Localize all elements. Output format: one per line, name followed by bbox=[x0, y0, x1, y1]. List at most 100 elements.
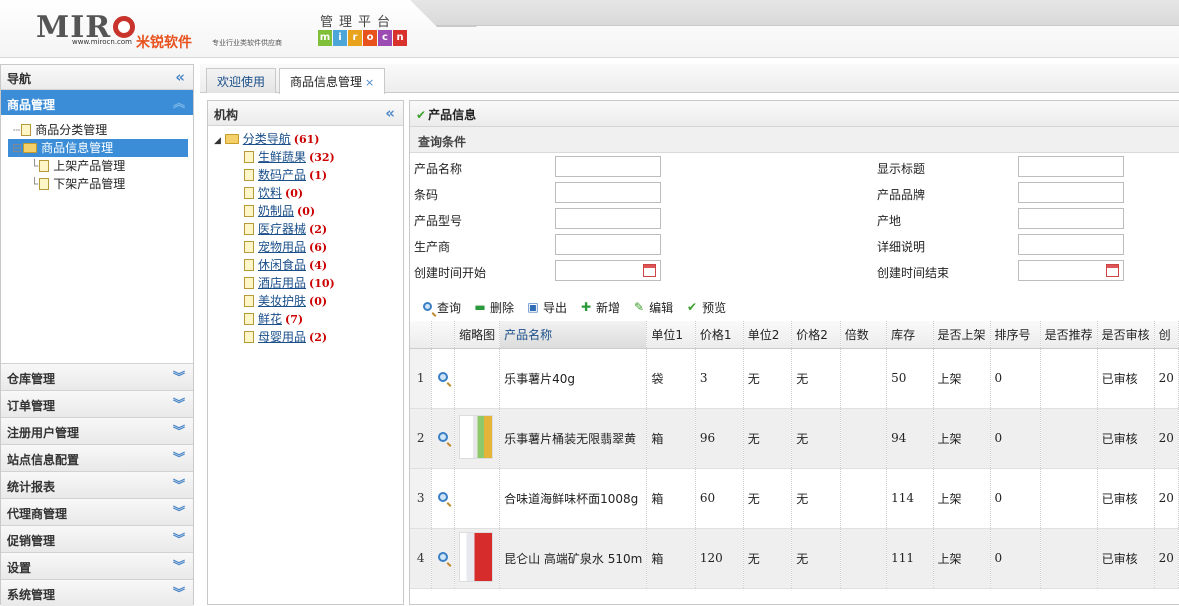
column-header[interactable]: 倍数 bbox=[840, 321, 888, 349]
expand-down-icon[interactable]: ︾ bbox=[173, 395, 185, 412]
row-preview[interactable] bbox=[431, 408, 456, 469]
nav-section[interactable]: 统计报表 ︾ bbox=[1, 471, 193, 498]
query-input[interactable] bbox=[555, 182, 661, 203]
calendar-icon[interactable] bbox=[643, 264, 656, 277]
toolbar-button-check[interactable]: ✔ 预览 bbox=[685, 297, 726, 317]
org-tree-item[interactable]: 宠物用品 (6) bbox=[244, 238, 403, 256]
nav-section[interactable]: 订单管理 ︾ bbox=[1, 390, 193, 417]
collapse-up-icon[interactable]: ︽ bbox=[173, 94, 185, 111]
nav-section[interactable]: 站点信息配置 ︾ bbox=[1, 444, 193, 471]
nav-section-active[interactable]: 商品管理 ︽ bbox=[1, 90, 193, 115]
expand-down-icon[interactable]: ︾ bbox=[173, 476, 185, 493]
org-item-label[interactable]: 数码产品 bbox=[258, 168, 306, 182]
org-root[interactable]: ◢ 分类导航 (61) bbox=[214, 130, 403, 148]
expand-down-icon[interactable]: ︾ bbox=[173, 449, 185, 466]
org-tree-item[interactable]: 母婴用品 (2) bbox=[244, 328, 403, 346]
org-item-label[interactable]: 美妆护肤 bbox=[258, 294, 306, 308]
toolbar-button-add[interactable]: ✚ 新增 bbox=[579, 297, 620, 317]
preview-icon[interactable] bbox=[438, 552, 449, 562]
org-tree-item[interactable]: 数码产品 (1) bbox=[244, 166, 403, 184]
nav-tree-item[interactable]: ┄ 商品分类管理 bbox=[9, 121, 193, 139]
org-tree-item[interactable]: 饮料 (0) bbox=[244, 184, 403, 202]
close-icon[interactable]: × bbox=[365, 76, 374, 89]
query-input[interactable] bbox=[555, 234, 661, 255]
toolbar-button-save[interactable]: ▣ 导出 bbox=[526, 297, 567, 317]
org-item-label[interactable]: 饮料 bbox=[258, 186, 282, 200]
org-item-label[interactable]: 医疗器械 bbox=[258, 222, 306, 236]
column-header[interactable]: 是否审核 bbox=[1097, 321, 1155, 349]
org-tree-item[interactable]: 酒店用品 (10) bbox=[244, 274, 403, 292]
cell-audit: 已审核 bbox=[1097, 348, 1155, 409]
org-item-label[interactable]: 休闲食品 bbox=[258, 258, 306, 272]
column-header[interactable]: 缩略图 bbox=[454, 321, 501, 349]
preview-icon[interactable] bbox=[438, 432, 449, 442]
column-header[interactable]: 单位2 bbox=[743, 321, 793, 349]
row-preview[interactable] bbox=[431, 468, 456, 529]
column-header[interactable]: 是否上架 bbox=[933, 321, 991, 349]
tree-expand-icon[interactable]: ◢ bbox=[214, 136, 221, 146]
org-tree-item[interactable]: 生鲜蔬果 (32) bbox=[244, 148, 403, 166]
calendar-icon[interactable] bbox=[1106, 264, 1119, 277]
query-input[interactable] bbox=[1018, 234, 1124, 255]
org-item-label[interactable]: 酒店用品 bbox=[258, 276, 306, 290]
query-input[interactable] bbox=[1018, 182, 1124, 203]
expand-down-icon[interactable]: ︾ bbox=[173, 530, 185, 547]
collapse-org-icon[interactable]: « bbox=[385, 104, 395, 122]
org-tree-item[interactable]: 休闲食品 (4) bbox=[244, 256, 403, 274]
column-header[interactable]: 产品名称 bbox=[499, 321, 648, 349]
column-header[interactable]: 创 bbox=[1154, 321, 1179, 349]
toolbar-button-edit[interactable]: ✎ 编辑 bbox=[632, 297, 673, 317]
column-header[interactable]: 单位1 bbox=[646, 321, 696, 349]
row-preview[interactable] bbox=[431, 348, 456, 409]
query-input[interactable] bbox=[1018, 156, 1124, 177]
query-input[interactable] bbox=[555, 208, 661, 229]
org-root-label[interactable]: 分类导航 bbox=[243, 132, 291, 146]
nav-section[interactable]: 仓库管理 ︾ bbox=[1, 363, 193, 390]
tab-welcome[interactable]: 欢迎使用 bbox=[206, 68, 277, 93]
expand-down-icon[interactable]: ︾ bbox=[173, 368, 185, 385]
nav-tree-item[interactable]: └ 上架产品管理 bbox=[9, 157, 193, 175]
toolbar-button-delete[interactable]: ▬ 删除 bbox=[473, 297, 514, 317]
query-input[interactable] bbox=[1018, 260, 1124, 281]
table-row[interactable]: 4 昆仑山 高端矿泉水 510m 箱 120 无无 111 上架 0 已审核 20 bbox=[410, 528, 1179, 589]
expand-down-icon[interactable]: ︾ bbox=[173, 503, 185, 520]
collapse-left-icon[interactable]: « bbox=[175, 68, 185, 86]
expand-down-icon[interactable]: ︾ bbox=[173, 584, 185, 601]
org-item-label[interactable]: 鲜花 bbox=[258, 312, 282, 326]
org-item-label[interactable]: 母婴用品 bbox=[258, 330, 306, 344]
column-header[interactable]: 排序号 bbox=[990, 321, 1041, 349]
nav-tree-item[interactable]: └ 下架产品管理 bbox=[9, 175, 193, 193]
column-header[interactable]: 价格1 bbox=[695, 321, 744, 349]
nav-section[interactable]: 系统管理 ︾ bbox=[1, 579, 193, 606]
row-preview[interactable] bbox=[431, 528, 456, 589]
toolbar-button-search[interactable]: 查询 bbox=[420, 297, 461, 317]
column-header[interactable]: 是否推荐 bbox=[1040, 321, 1098, 349]
expand-down-icon[interactable]: ︾ bbox=[173, 557, 185, 574]
org-tree-item[interactable]: 美妆护肤 (0) bbox=[244, 292, 403, 310]
preview-icon[interactable] bbox=[438, 492, 449, 502]
expand-down-icon[interactable]: ︾ bbox=[173, 422, 185, 439]
nav-tree-item[interactable]: ⊟ 商品信息管理 bbox=[8, 139, 188, 157]
column-header[interactable] bbox=[410, 321, 433, 349]
org-item-label[interactable]: 生鲜蔬果 bbox=[258, 150, 306, 164]
query-input[interactable] bbox=[555, 260, 661, 281]
table-row[interactable]: 3 合味道海鲜味杯面1008g 箱 60 无无 114 上架 0 已审核 20 bbox=[410, 468, 1179, 529]
table-row[interactable]: 1 乐事薯片40g 袋 3 无无 50 上架 0 已审核 20 bbox=[410, 348, 1179, 409]
org-item-label[interactable]: 奶制品 bbox=[258, 204, 294, 218]
tab-product-info[interactable]: 商品信息管理 × bbox=[279, 68, 386, 94]
column-header[interactable] bbox=[431, 321, 456, 349]
nav-section[interactable]: 代理商管理 ︾ bbox=[1, 498, 193, 525]
nav-section[interactable]: 注册用户管理 ︾ bbox=[1, 417, 193, 444]
table-row[interactable]: 2 乐事薯片桶装无限翡翠黄箱 96 无无 94 上架 0 已审核 20 bbox=[410, 408, 1179, 469]
query-input[interactable] bbox=[1018, 208, 1124, 229]
preview-icon[interactable] bbox=[438, 372, 449, 382]
org-tree-item[interactable]: 医疗器械 (2) bbox=[244, 220, 403, 238]
column-header[interactable]: 库存 bbox=[886, 321, 934, 349]
org-tree-item[interactable]: 奶制品 (0) bbox=[244, 202, 403, 220]
nav-section[interactable]: 促销管理 ︾ bbox=[1, 525, 193, 552]
query-input[interactable] bbox=[555, 156, 661, 177]
org-item-label[interactable]: 宠物用品 bbox=[258, 240, 306, 254]
nav-section[interactable]: 设置 ︾ bbox=[1, 552, 193, 579]
org-tree-item[interactable]: 鲜花 (7) bbox=[244, 310, 403, 328]
column-header[interactable]: 价格2 bbox=[791, 321, 841, 349]
